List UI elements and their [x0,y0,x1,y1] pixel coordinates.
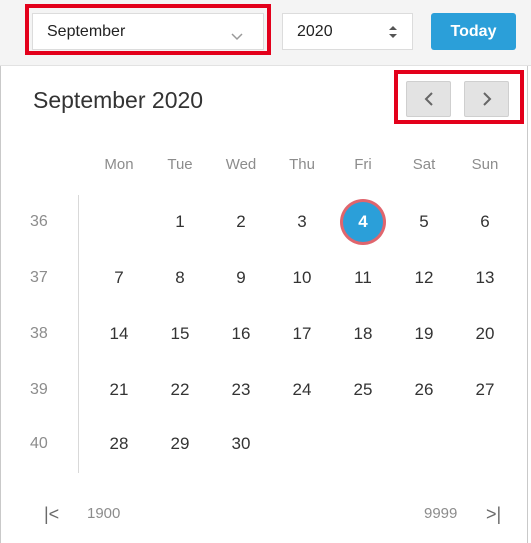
day-cell[interactable]: 14 [94,324,144,344]
first-year-button[interactable]: |< [44,504,59,525]
week-divider [78,195,79,473]
day-cell[interactable]: 19 [399,324,449,344]
day-cell[interactable]: 10 [277,268,327,288]
spinner-icon[interactable] [388,25,398,44]
day-cell[interactable]: 21 [94,380,144,400]
week-number: 36 [30,213,48,230]
prev-month-button[interactable] [406,81,451,117]
day-cell[interactable]: 5 [399,212,449,232]
year-input[interactable]: 2020 [282,13,413,50]
weekday-thu: Thu [289,156,315,173]
day-cell[interactable]: 17 [277,324,327,344]
last-year-button[interactable]: >| [486,504,501,525]
day-cell[interactable]: 3 [277,212,327,232]
chevron-left-icon [424,92,433,106]
day-cell[interactable]: 22 [155,380,205,400]
day-cell[interactable]: 11 [338,268,388,288]
weekday-wed: Wed [225,156,257,173]
day-cell[interactable]: 16 [216,324,266,344]
day-cell-selected[interactable]: 4 [343,202,383,242]
day-cell[interactable]: 25 [338,380,388,400]
weekday-tue: Tue [167,156,193,173]
today-button[interactable]: Today [431,13,516,50]
calendar-toolbar: September 2020 Today [0,0,531,66]
day-cell[interactable]: 27 [460,380,510,400]
max-year-label: 9999 [424,505,458,522]
weekday-sun: Sun [471,156,499,173]
day-cell[interactable]: 29 [155,434,205,454]
day-cell[interactable]: 1 [155,212,205,232]
weekday-fri: Fri [354,156,372,173]
month-select[interactable]: September [32,13,264,50]
day-cell[interactable]: 30 [216,434,266,454]
day-cell[interactable]: 18 [338,324,388,344]
day-cell[interactable]: 20 [460,324,510,344]
day-cell[interactable]: 13 [460,268,510,288]
week-number: 39 [30,381,48,398]
day-cell[interactable]: 26 [399,380,449,400]
weekday-sat: Sat [412,156,436,173]
chevron-down-icon [231,28,243,46]
day-cell[interactable]: 12 [399,268,449,288]
day-cell[interactable]: 23 [216,380,266,400]
day-cell[interactable]: 6 [460,212,510,232]
day-cell[interactable]: 28 [94,434,144,454]
min-year-label: 1900 [87,505,121,522]
day-cell[interactable]: 24 [277,380,327,400]
day-cell[interactable]: 8 [155,268,205,288]
month-select-value: September [47,23,126,40]
calendar-title: September 2020 [33,87,204,113]
weekday-mon: Mon [104,156,134,173]
day-cell[interactable]: 15 [155,324,205,344]
day-cell[interactable]: 9 [216,268,266,288]
week-number: 38 [30,325,48,342]
day-cell[interactable]: 7 [94,268,144,288]
chevron-right-icon [483,92,492,106]
week-number: 40 [30,435,48,452]
day-cell[interactable]: 2 [216,212,266,232]
next-month-button[interactable] [464,81,509,117]
week-number: 37 [30,269,48,286]
year-input-value: 2020 [297,23,333,40]
